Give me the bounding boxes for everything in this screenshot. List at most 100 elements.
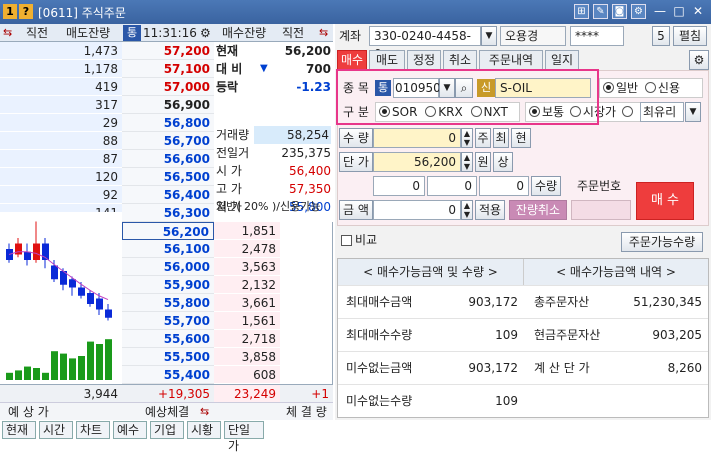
bid-price[interactable]: 56,200 [122,222,214,240]
bottom-tab[interactable]: 차트 [76,421,110,439]
bid-price[interactable]: 55,700 [122,312,214,330]
bid-row[interactable]: 55,900 2,132 [122,276,333,294]
price-input[interactable]: 56,200 [373,152,461,172]
bottom-tab[interactable]: 시황 [187,421,221,439]
bid-row[interactable]: 55,600 2,718 [122,330,333,348]
cond-field-1[interactable]: 0 [373,176,425,196]
ask-row[interactable]: 419 57,000 [0,78,214,96]
bid-row[interactable]: 56,000 3,563 [122,258,333,276]
password-field[interactable]: **** [570,26,624,46]
bid-row[interactable]: 55,700 1,561 [122,312,333,330]
ask-row[interactable]: 1,178 57,100 [0,60,214,78]
buy-button[interactable]: 매 수 [636,182,694,220]
bid-row[interactable]: 56,200 1,851 [122,222,333,240]
cancel-remaining-button[interactable]: 잔량취소 [509,200,567,220]
link-icon[interactable]: ⊞ [574,4,589,19]
account-select[interactable]: 330-0240-4458-0 [369,26,481,61]
price-upper-button[interactable]: 상 [493,152,513,172]
radio-best[interactable] [621,106,633,117]
cond-field-2[interactable]: 0 [427,176,477,196]
gear-icon[interactable]: ⚙ [689,50,709,70]
ask-price[interactable]: 56,800 [122,114,214,132]
ask-row[interactable]: 92 56,400 [0,186,214,204]
screen-number-badge[interactable]: 1 [3,4,17,19]
order-no-field[interactable] [571,200,631,220]
gear-icon[interactable]: ⚙ [200,24,211,42]
ask-row[interactable]: 29 56,800 [0,114,214,132]
bid-row[interactable]: 55,800 3,661 [122,294,333,312]
fill-qty-label[interactable]: 체 결 량 [286,403,327,421]
bottom-tab[interactable]: 현재 [2,421,36,439]
tab-4[interactable]: 주문내역 [479,50,543,70]
tab-2[interactable]: 정정 [407,50,441,70]
ask-row[interactable]: 317 56,900 [0,96,214,114]
expand-button[interactable]: 펼침 [673,26,707,46]
ask-price[interactable]: 56,500 [122,168,214,186]
apply-button[interactable]: 적용 [475,200,505,220]
qty-spinner[interactable]: ▲ ▼ [461,128,473,148]
qty-label-button[interactable]: 수 량 [339,128,373,148]
ask-price[interactable]: 56,600 [122,150,214,168]
integrated-badge[interactable]: 통 [123,25,141,41]
price-label-button[interactable]: 단 가 [339,152,373,172]
ask-price[interactable]: 56,900 [122,96,214,114]
amount-label-button[interactable]: 금 액 [339,200,373,220]
ask-row[interactable]: 1,473 57,200 [0,42,214,60]
count-button[interactable]: 5 [652,26,670,46]
bid-row[interactable]: 55,400 608 [122,366,333,384]
bid-price[interactable]: 55,900 [122,276,214,294]
qty-max-button[interactable]: 최 [493,128,509,148]
ask-row[interactable]: 120 56,500 [0,168,214,186]
scroll-left-icon[interactable]: ⇆ [3,24,12,42]
toggle-icon[interactable]: ⇆ [200,403,209,421]
bid-price[interactable]: 56,100 [122,240,214,258]
tab-1[interactable]: 매도 [369,50,405,70]
bid-price[interactable]: 55,800 [122,294,214,312]
cond-field-3[interactable]: 0 [479,176,529,196]
radio-credit[interactable] [644,82,656,93]
chevron-down-icon[interactable]: ▼ [685,102,701,122]
best-select[interactable]: 최유리 [640,102,684,122]
amount-spinner[interactable]: ▲ ▼ [461,200,473,220]
bid-price[interactable]: 55,600 [122,330,214,348]
bid-price[interactable]: 55,400 [122,366,214,384]
bid-row[interactable]: 55,500 3,858 [122,348,333,366]
bid-price[interactable]: 56,000 [122,258,214,276]
ask-price[interactable]: 57,000 [122,78,214,96]
help-badge[interactable]: ? [19,4,33,19]
bottom-tab[interactable]: 단일가 [224,421,264,453]
scroll-right-icon[interactable]: ⇆ [319,24,328,42]
bottom-tab[interactable]: 기업 [150,421,184,439]
ask-price[interactable]: 56,700 [122,132,214,150]
price-won-button[interactable]: 원 [475,152,491,172]
amount-input[interactable]: 0 [373,200,461,220]
tab-5[interactable]: 일지 [545,50,579,70]
capture-icon[interactable]: ◙ [612,4,627,19]
qty-lot-button[interactable]: 주 [475,128,491,148]
ask-row[interactable]: 87 56,600 [0,150,214,168]
settings-icon[interactable]: ⚙ [631,4,646,19]
bottom-tab[interactable]: 예수 [113,421,147,439]
close-icon[interactable]: ✕ [690,3,706,19]
tab-0[interactable]: 매수 [337,50,367,70]
memo-icon[interactable]: ✎ [593,4,608,19]
qty-current-button[interactable]: 현 [511,128,531,148]
price-spinner[interactable]: ▲ ▼ [461,152,473,172]
qty-calc-button[interactable]: 수량 [531,176,561,196]
radio-general[interactable] [603,82,614,93]
bottom-tab[interactable]: 시간 [39,421,73,439]
bid-price[interactable]: 55,500 [122,348,214,366]
ask-price[interactable]: 56,400 [122,186,214,204]
minimize-icon[interactable]: — [652,3,668,19]
ask-row[interactable]: 88 56,700 [0,132,214,150]
available-qty-button[interactable]: 주문가능수량 [621,232,703,252]
qty-input[interactable]: 0 [373,128,461,148]
bid-row[interactable]: 56,100 2,478 [122,240,333,258]
ask-price[interactable]: 57,100 [122,60,214,78]
maximize-icon[interactable]: □ [671,3,687,19]
chevron-down-icon[interactable]: ▼ [481,26,497,46]
ask-price[interactable]: 57,200 [122,42,214,60]
expected-fill-label[interactable]: 예상체결 [145,403,189,421]
tab-3[interactable]: 취소 [443,50,477,70]
ask-price[interactable]: 56,300 [122,204,214,222]
